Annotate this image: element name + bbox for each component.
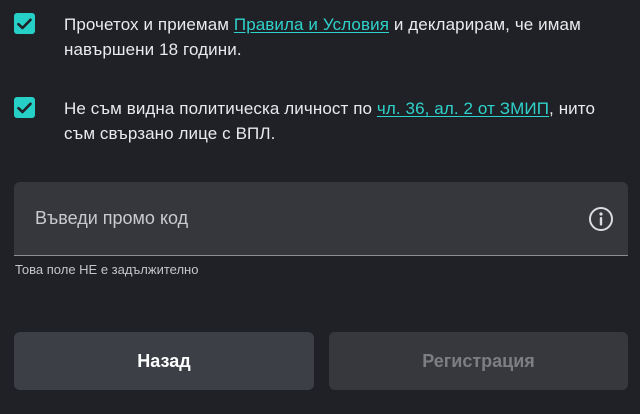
register-button[interactable]: Регистрация — [329, 332, 628, 390]
consent-pep-row: Не съм видна политическа личност по чл. … — [14, 96, 626, 146]
back-button[interactable]: Назад — [14, 332, 314, 390]
consent-terms-row: Прочетох и приемам Правила и Условия и д… — [14, 12, 626, 62]
checkmark-icon — [17, 102, 32, 113]
promo-code-field — [14, 182, 628, 256]
terms-consent-text: Прочетох и приемам Правила и Условия и д… — [64, 12, 626, 62]
pep-text-before: Не съм видна политическа личност по — [64, 99, 377, 118]
promo-code-input[interactable] — [35, 182, 575, 254]
checkmark-icon — [17, 18, 32, 29]
terms-checkbox[interactable] — [14, 13, 35, 34]
terms-text-before: Прочетох и приемам — [64, 15, 234, 34]
terms-link[interactable]: Правила и Условия — [234, 15, 389, 34]
info-icon[interactable] — [588, 206, 614, 232]
zmip-law-link[interactable]: чл. 36, ал. 2 от ЗМИП — [377, 99, 549, 118]
pep-consent-text: Не съм видна политическа личност по чл. … — [64, 96, 626, 146]
promo-helper-text: Това поле НЕ е задължително — [15, 262, 199, 277]
pep-checkbox[interactable] — [14, 97, 35, 118]
